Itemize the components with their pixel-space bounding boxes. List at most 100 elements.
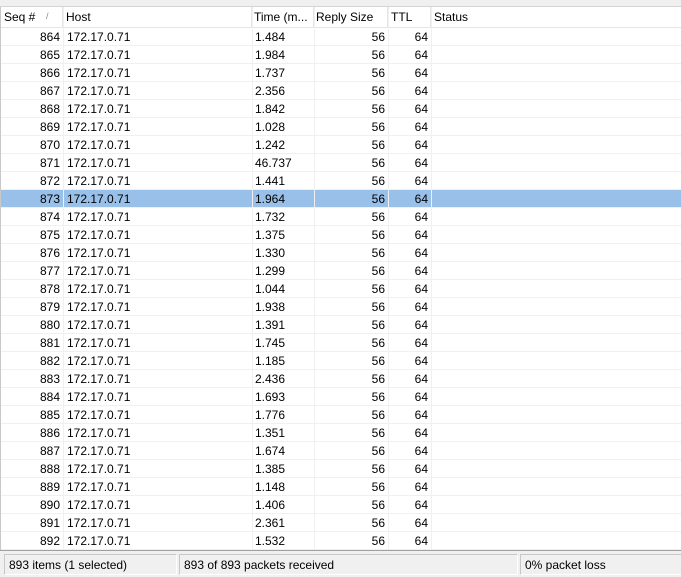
table-row[interactable]: 869 172.17.0.71 1.028 56 64 — [1, 118, 681, 136]
cell-reply-size: 56 — [371, 174, 385, 188]
grid-line-horizontal — [1, 117, 681, 118]
cell-ttl: 64 — [414, 48, 428, 62]
table-row[interactable]: 872 172.17.0.71 1.441 56 64 — [1, 172, 681, 190]
table-row[interactable]: 891 172.17.0.71 2.361 56 64 — [1, 514, 681, 532]
table-row[interactable]: 883 172.17.0.71 2.436 56 64 — [1, 370, 681, 388]
cell-seq: 887 — [39, 444, 60, 458]
cell-ttl: 64 — [414, 228, 428, 242]
table-row[interactable]: 875 172.17.0.71 1.375 56 64 — [1, 226, 681, 244]
column-header-reply-size[interactable]: Reply Size — [314, 7, 388, 27]
cell-seq: 871 — [39, 156, 60, 170]
table-row[interactable]: 890 172.17.0.71 1.406 56 64 — [1, 496, 681, 514]
cell-status — [431, 190, 681, 208]
column-header-reply-size-label: Reply Size — [316, 10, 374, 24]
cell-seq: 891 — [39, 516, 60, 530]
table-row[interactable]: 885 172.17.0.71 1.776 56 64 — [1, 406, 681, 424]
table-row[interactable]: 876 172.17.0.71 1.330 56 64 — [1, 244, 681, 262]
table-row[interactable]: 879 172.17.0.71 1.938 56 64 — [1, 298, 681, 316]
cell-host: 172.17.0.71 — [67, 192, 131, 206]
table-row[interactable]: 877 172.17.0.71 1.299 56 64 — [1, 262, 681, 280]
cell-status — [431, 28, 681, 46]
table-row[interactable]: 870 172.17.0.71 1.242 56 64 — [1, 136, 681, 154]
cell-reply-size: 56 — [371, 390, 385, 404]
cell-time: 1.776 — [255, 408, 286, 422]
table-row[interactable]: 884 172.17.0.71 1.693 56 64 — [1, 388, 681, 406]
cell-host: 172.17.0.71 — [67, 444, 131, 458]
cell-reply-size: 56 — [371, 480, 385, 494]
cell-reply-size: 56 — [371, 426, 385, 440]
cell-ttl: 64 — [414, 84, 428, 98]
cell-status — [431, 406, 681, 424]
cell-status — [431, 388, 681, 406]
cell-ttl: 64 — [414, 210, 428, 224]
cell-seq: 864 — [39, 30, 60, 44]
status-packet-loss: 0% packet loss — [520, 554, 681, 575]
column-header-status[interactable]: Status — [431, 7, 681, 27]
column-header-ttl[interactable]: TTL — [388, 7, 431, 27]
cell-reply-size: 56 — [371, 318, 385, 332]
cell-seq: 882 — [39, 354, 60, 368]
cell-time: 1.391 — [255, 318, 286, 332]
cell-reply-size: 56 — [371, 156, 385, 170]
cell-time: 1.351 — [255, 426, 286, 440]
cell-seq: 884 — [39, 390, 60, 404]
cell-time: 1.532 — [255, 534, 286, 548]
cell-ttl: 64 — [414, 30, 428, 44]
cell-ttl: 64 — [414, 120, 428, 134]
table-row[interactable]: 868 172.17.0.71 1.842 56 64 — [1, 100, 681, 118]
cell-reply-size: 56 — [371, 246, 385, 260]
cell-reply-size: 56 — [371, 498, 385, 512]
cell-time: 1.242 — [255, 138, 286, 152]
table-row[interactable]: 889 172.17.0.71 1.148 56 64 — [1, 478, 681, 496]
cell-time: 1.745 — [255, 336, 286, 350]
cell-host: 172.17.0.71 — [67, 390, 131, 404]
table-row[interactable]: 887 172.17.0.71 1.674 56 64 — [1, 442, 681, 460]
table-row[interactable]: 888 172.17.0.71 1.385 56 64 — [1, 460, 681, 478]
table-row[interactable]: 866 172.17.0.71 1.737 56 64 — [1, 64, 681, 82]
table-row[interactable]: 867 172.17.0.71 2.356 56 64 — [1, 82, 681, 100]
cell-status — [431, 100, 681, 118]
table-row[interactable]: 864 172.17.0.71 1.484 56 64 — [1, 28, 681, 46]
cell-status — [431, 262, 681, 280]
grid-line-horizontal — [1, 63, 681, 64]
table-row[interactable]: 881 172.17.0.71 1.745 56 64 — [1, 334, 681, 352]
cell-time: 1.028 — [255, 120, 286, 134]
cell-time: 1.984 — [255, 48, 286, 62]
table-row[interactable]: 871 172.17.0.71 46.737 56 64 — [1, 154, 681, 172]
column-header-time[interactable]: Time (m... — [252, 7, 314, 27]
cell-status — [431, 82, 681, 100]
grid-line-horizontal — [1, 459, 681, 460]
cell-host: 172.17.0.71 — [67, 102, 131, 116]
table-row[interactable]: 878 172.17.0.71 1.044 56 64 — [1, 280, 681, 298]
cell-reply-size: 56 — [371, 138, 385, 152]
cell-ttl: 64 — [414, 246, 428, 260]
column-header-host[interactable]: Host — [63, 7, 252, 27]
cell-ttl: 64 — [414, 174, 428, 188]
table-row[interactable]: 880 172.17.0.71 1.391 56 64 — [1, 316, 681, 334]
cell-status — [431, 352, 681, 370]
cell-reply-size: 56 — [371, 228, 385, 242]
cell-host: 172.17.0.71 — [67, 516, 131, 530]
grid-line-horizontal — [1, 513, 681, 514]
column-header-time-label: Time (m... — [254, 10, 308, 24]
table-row[interactable]: 865 172.17.0.71 1.984 56 64 — [1, 46, 681, 64]
status-bar: 893 items (1 selected) 893 of 893 packet… — [0, 550, 681, 577]
grid-line-horizontal — [1, 189, 681, 190]
cell-ttl: 64 — [414, 354, 428, 368]
cell-ttl: 64 — [414, 336, 428, 350]
ping-results-list[interactable]: Seq # / Host Time (m... Reply Size TTL S… — [0, 7, 681, 550]
cell-seq: 890 — [39, 498, 60, 512]
cell-time: 46.737 — [255, 156, 292, 170]
table-row[interactable]: 892 172.17.0.71 1.532 56 64 — [1, 532, 681, 550]
column-header-seq[interactable]: Seq # / — [1, 7, 63, 27]
table-row[interactable]: 882 172.17.0.71 1.185 56 64 — [1, 352, 681, 370]
table-row[interactable]: 874 172.17.0.71 1.732 56 64 — [1, 208, 681, 226]
table-row[interactable]: 873 172.17.0.71 1.964 56 64 — [1, 190, 681, 208]
cell-status — [431, 244, 681, 262]
cell-status — [431, 496, 681, 514]
table-row[interactable]: 886 172.17.0.71 1.351 56 64 — [1, 424, 681, 442]
cell-reply-size: 56 — [371, 354, 385, 368]
cell-seq: 878 — [39, 282, 60, 296]
cell-seq: 885 — [39, 408, 60, 422]
cell-status — [431, 532, 681, 550]
